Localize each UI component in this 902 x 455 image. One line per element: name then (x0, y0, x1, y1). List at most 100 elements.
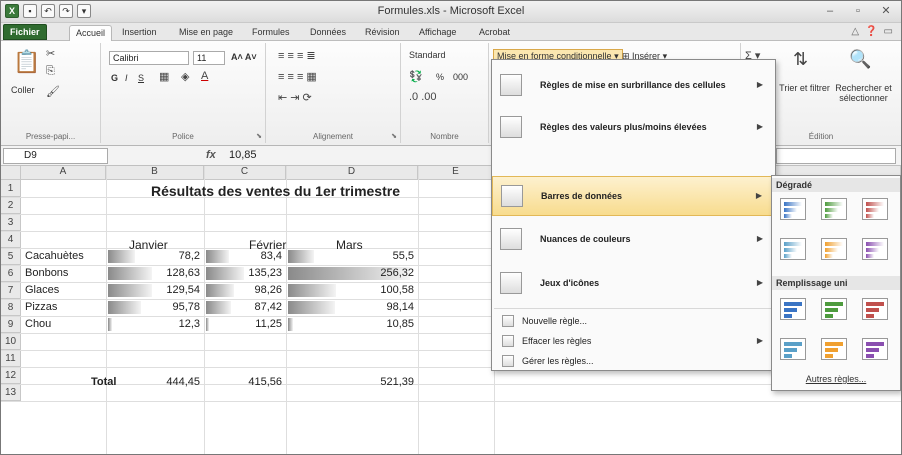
value-cell[interactable]: 78,2 (106, 248, 200, 265)
value-cell[interactable]: 95,78 (106, 299, 200, 316)
currency-icon[interactable]: 💱 (409, 70, 423, 83)
font-name-select[interactable]: Calibri (109, 51, 189, 65)
font-color-icon[interactable]: A (201, 70, 208, 82)
number-format-select[interactable]: Standard (409, 50, 446, 60)
tab-review[interactable]: Révision (359, 25, 406, 41)
value-cell[interactable]: 12,3 (106, 316, 200, 333)
value-cell[interactable]: 135,23 (204, 265, 282, 282)
data-bar-style-icon[interactable] (862, 298, 888, 320)
percent-button[interactable]: % (436, 72, 444, 82)
data-bar-style-icon[interactable] (862, 198, 888, 220)
value-cell[interactable]: 87,42 (204, 299, 282, 316)
row-header[interactable]: 9 (1, 316, 21, 333)
decimal-icon[interactable]: .0 .00 (409, 91, 437, 103)
value-cell[interactable]: 11,25 (204, 316, 282, 333)
font-size-select[interactable]: 11 (193, 51, 225, 65)
tab-acrobat[interactable]: Acrobat (473, 25, 516, 41)
tab-insert[interactable]: Insertion (116, 25, 163, 41)
tab-file[interactable]: Fichier (3, 24, 47, 40)
help-collapse-icon[interactable]: △ (851, 26, 859, 37)
tab-home[interactable]: Accueil (69, 25, 113, 41)
menu-item-icon-sets[interactable]: Jeux d'icônes ▶ (492, 264, 775, 304)
value-cell[interactable]: 129,54 (106, 282, 200, 299)
menu-item-color-scales[interactable]: Nuances de couleurs ▶ (492, 220, 775, 260)
formula-input-right[interactable] (776, 148, 896, 164)
column-header-e[interactable]: E (418, 166, 494, 180)
row-header[interactable]: 12 (1, 367, 21, 384)
tab-view[interactable]: Affichage (413, 25, 462, 41)
total-janvier[interactable]: 444,45 (106, 374, 200, 391)
data-bar-style-icon[interactable] (780, 338, 806, 360)
data-bar-style-icon[interactable] (821, 338, 847, 360)
underline-button[interactable]: S (138, 73, 144, 83)
tab-data[interactable]: Données (304, 25, 352, 41)
row-label[interactable]: Bonbons (25, 265, 68, 282)
select-all-corner[interactable] (1, 166, 21, 180)
tab-page-layout[interactable]: Mise en page (173, 25, 239, 41)
format-painter-icon[interactable]: 🖌 (46, 85, 60, 98)
minimize-icon[interactable]: – (821, 3, 839, 19)
row-header[interactable]: 5 (1, 248, 21, 265)
name-box[interactable]: D9 (3, 148, 108, 164)
row-header[interactable]: 6 (1, 265, 21, 282)
row-label[interactable]: Chou (25, 316, 51, 333)
row-header[interactable]: 11 (1, 350, 21, 367)
italic-button[interactable]: I (125, 73, 128, 83)
align-center-icon[interactable]: ≡ ≡ ≡ ▦ (278, 70, 317, 83)
data-bar-style-icon[interactable] (821, 298, 847, 320)
value-cell[interactable]: 55,5 (286, 248, 414, 265)
indent-icon[interactable]: ⇤ ⇥ ⟳ (278, 91, 312, 104)
cut-icon[interactable]: ✂ (46, 47, 55, 60)
row-label[interactable]: Cacahuètes (25, 248, 84, 265)
row-header[interactable]: 1 (1, 180, 21, 197)
menu-item-top-bottom-rules[interactable]: Règles des valeurs plus/moins élevées ▶ (492, 108, 775, 146)
alignment-dialog-launcher-icon[interactable]: ⬊ (391, 132, 397, 140)
data-bar-style-icon[interactable] (821, 198, 847, 220)
value-cell[interactable]: 10,85 (286, 316, 414, 333)
find-select-button[interactable]: Rechercher et sélectionner (831, 83, 896, 103)
formula-input[interactable]: 10,85 (229, 149, 257, 161)
data-bar-style-icon[interactable] (780, 198, 806, 220)
menu-item-manage-rules[interactable]: Gérer les règles... (492, 352, 775, 370)
sort-filter-button[interactable]: Trier et filtrer (777, 83, 832, 93)
row-header[interactable]: 4 (1, 231, 21, 248)
close-icon[interactable]: ✕ (877, 3, 895, 19)
find-icon[interactable]: 🔍 (849, 49, 871, 70)
row-header[interactable]: 2 (1, 197, 21, 214)
sort-filter-icon[interactable]: ⇅ (793, 49, 808, 70)
fill-color-icon[interactable]: ◈ (181, 70, 189, 83)
data-bar-style-icon[interactable] (821, 238, 847, 260)
value-cell[interactable]: 98,26 (204, 282, 282, 299)
column-header-b[interactable]: B (106, 166, 204, 180)
data-bar-style-icon[interactable] (862, 338, 888, 360)
value-cell[interactable]: 98,14 (286, 299, 414, 316)
bold-button[interactable]: G (111, 73, 118, 83)
grow-font-icon[interactable]: A˄ A˅ (231, 52, 257, 62)
column-header-a[interactable]: A (21, 166, 106, 180)
row-header[interactable]: 7 (1, 282, 21, 299)
more-rules-link[interactable]: Autres règles... (772, 374, 900, 384)
copy-icon[interactable]: ⎘ (46, 65, 55, 78)
menu-item-highlight-rules[interactable]: Règles de mise en surbrillance des cellu… (492, 66, 775, 104)
font-dialog-launcher-icon[interactable]: ⬊ (256, 132, 262, 140)
row-header[interactable]: 13 (1, 384, 21, 401)
maximize-icon[interactable]: ▫ (849, 3, 867, 19)
row-header[interactable]: 8 (1, 299, 21, 316)
value-cell[interactable]: 256,32 (286, 265, 414, 282)
value-cell[interactable]: 83,4 (204, 248, 282, 265)
menu-item-data-bars[interactable]: Barres de données ▶ (492, 176, 775, 216)
paste-icon[interactable]: 📋 (13, 49, 40, 75)
data-bar-style-icon[interactable] (780, 298, 806, 320)
thousands-button[interactable]: 000 (453, 72, 468, 82)
sheet-title[interactable]: Résultats des ventes du 1er trimestre (151, 181, 400, 201)
tab-formulas[interactable]: Formules (246, 25, 296, 41)
total-mars[interactable]: 521,39 (286, 374, 414, 391)
fx-icon[interactable]: fx (206, 149, 216, 161)
help-icon[interactable]: ❓ (865, 26, 877, 37)
column-header-d[interactable]: D (286, 166, 418, 180)
menu-item-new-rule[interactable]: Nouvelle règle... (492, 312, 775, 330)
row-header[interactable]: 3 (1, 214, 21, 231)
row-label[interactable]: Glaces (25, 282, 59, 299)
row-header[interactable]: 10 (1, 333, 21, 350)
align-top-icon[interactable]: ≡ ≡ ≡ ≣ (278, 49, 316, 62)
